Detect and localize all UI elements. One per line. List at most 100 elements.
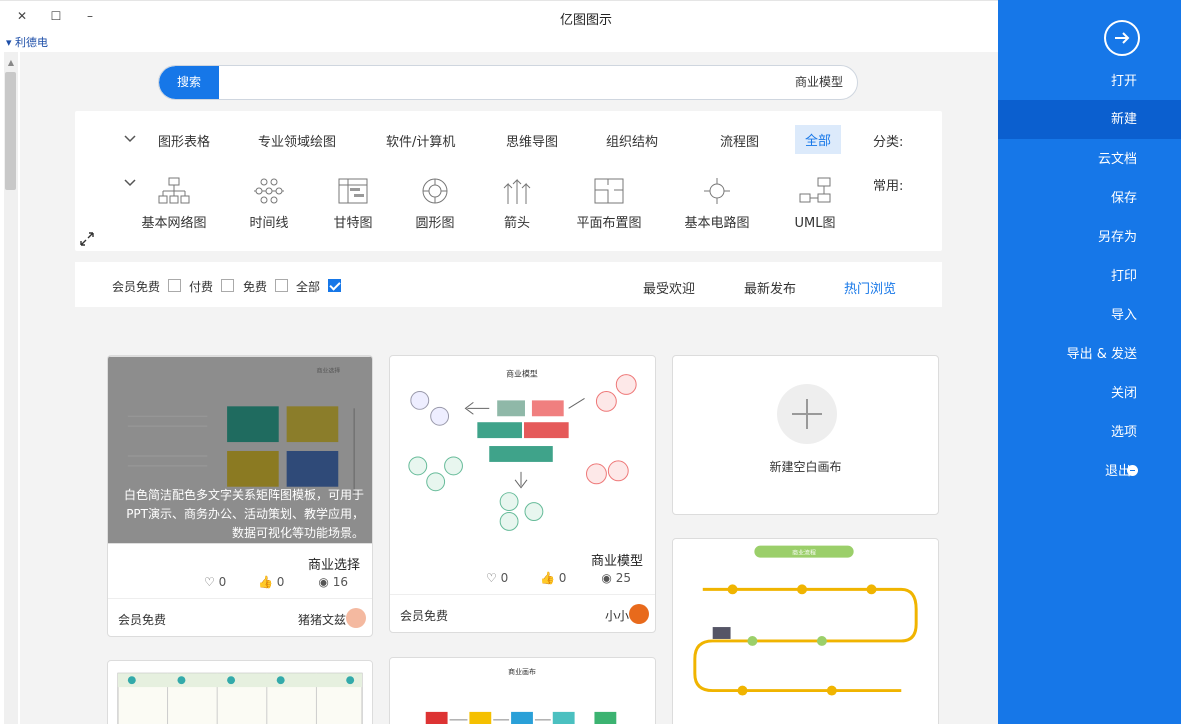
search-button[interactable]: 搜索 — [159, 66, 219, 99]
template-thumbnail: 商业画布 — [390, 658, 655, 724]
thumb-title: 商业选择 — [316, 367, 340, 375]
avatar[interactable] — [346, 608, 366, 628]
common-timeline[interactable]: 时间线 — [244, 176, 294, 231]
category-software[interactable]: 软件/计算机 — [386, 131, 455, 150]
category-mind-map[interactable]: 思维导图 — [506, 131, 558, 150]
category-org-chart[interactable]: 组织结构 — [606, 131, 658, 150]
app-title: 亿图图示 — [560, 13, 613, 28]
template-description: 白色简洁配色多文字关系矩阵图模板，可用于PPT演示、商务办公、活动策划、教学应用… — [123, 488, 364, 540]
template-card-business-process[interactable]: 商业流程 — [672, 538, 939, 724]
category-professional[interactable]: 专业领域绘图 — [258, 131, 336, 150]
tab-hot[interactable]: 热门浏览 — [844, 278, 896, 297]
thumb-title: 商业画布 — [508, 667, 536, 676]
sidebar-item-export-send[interactable]: 导出 & 发送 — [998, 335, 1181, 374]
template-card-business-model[interactable]: 商业模型 商业模型 ◉ 25 👍 0 ♡ 0 会员免费 小小 — [389, 355, 656, 633]
filter-all-checkbox[interactable] — [328, 279, 341, 292]
thumb-title: 商业流程 — [792, 549, 816, 557]
category-all[interactable]: 全部 — [795, 125, 842, 154]
category-label: 分类: — [873, 135, 904, 150]
filter-all-label: 全部 — [296, 280, 321, 294]
category-flowchart[interactable]: 流程图 — [720, 131, 759, 150]
favorite-count[interactable]: ♡ 0 — [486, 571, 508, 585]
card-title: 商业模型 — [590, 554, 643, 569]
template-thumbnail: 商业流程 — [673, 539, 938, 724]
sidebar-item-open[interactable]: 打开 — [998, 62, 1181, 101]
common-label-arrows: 箭头 — [503, 216, 530, 231]
user-menu[interactable]: ▾ 利德电 — [6, 34, 48, 50]
view-count: ◉ 25 — [601, 571, 631, 585]
common-label-gantt: 甘特图 — [333, 216, 373, 231]
common-label-circle-diagram: 圆形图 — [415, 216, 455, 231]
sidebar-item-import[interactable]: 导入 — [998, 296, 1181, 335]
chevron-down-icon[interactable] — [124, 177, 136, 189]
filter-member-free-label: 会员免费 — [112, 280, 161, 294]
exit-icon — [1127, 465, 1138, 476]
view-count: ◉ 16 — [318, 575, 348, 589]
sidebar-item-save[interactable]: 保存 — [998, 179, 1181, 218]
timeline-icon — [254, 178, 284, 204]
circuit-icon — [704, 178, 730, 204]
filter-paid-checkbox[interactable] — [221, 279, 234, 292]
filter-free-checkbox[interactable] — [275, 279, 288, 292]
common-uml[interactable]: UML图 — [790, 176, 840, 231]
common-label-timeline: 时间线 — [249, 216, 289, 231]
network-icon — [158, 177, 190, 204]
card-footer: 会员免费 小小 — [390, 594, 655, 632]
floorplan-icon — [594, 178, 624, 204]
like-count[interactable]: 👍 0 — [540, 571, 566, 585]
arrows-icon — [503, 178, 531, 204]
filter-member-free-checkbox[interactable] — [168, 279, 181, 292]
filter-paid-label: 付费 — [189, 280, 214, 294]
common-label-circuit: 基本电路图 — [684, 216, 750, 231]
eye-icon: ◉ — [318, 575, 329, 589]
author-name[interactable]: 小小 — [605, 607, 629, 624]
sidebar-item-exit[interactable]: 退出 — [998, 452, 1181, 491]
sidebar-item-options[interactable]: 选项 — [998, 413, 1181, 452]
template-card-partial[interactable] — [107, 660, 373, 724]
open-arrow-icon[interactable] — [1104, 20, 1140, 56]
sidebar-item-close[interactable]: 关闭 — [998, 374, 1181, 413]
chevron-down-icon: ▾ — [6, 36, 12, 49]
common-gantt[interactable]: 甘特图 — [328, 176, 378, 231]
close-window-button[interactable]: ✕ — [12, 6, 32, 26]
sidebar-item-cloud-docs[interactable]: 云文档 — [998, 140, 1181, 179]
common-label-uml: UML图 — [794, 216, 836, 231]
minimize-window-button[interactable]: – — [80, 6, 100, 26]
category-graphic-table[interactable]: 图形表格 — [158, 131, 210, 150]
eye-icon: ◉ — [601, 571, 612, 585]
heart-icon: ♡ — [486, 571, 497, 585]
template-card-business-canvas[interactable]: 商业画布 — [389, 657, 656, 724]
common-network[interactable]: 基本网络图 — [136, 176, 212, 231]
maximize-window-button[interactable]: ☐ — [46, 6, 66, 26]
scroll-up-icon[interactable]: ▲ — [4, 58, 18, 68]
sidebar-item-save-as[interactable]: 另存为 — [998, 218, 1181, 257]
tab-popular[interactable]: 最受欢迎 — [643, 278, 695, 297]
common-label-floorplan: 平面布置图 — [576, 216, 642, 231]
heart-icon: ♡ — [204, 575, 215, 589]
common-floorplan[interactable]: 平面布置图 — [574, 176, 644, 231]
like-count[interactable]: 👍 0 — [258, 575, 284, 589]
uml-icon — [799, 177, 831, 203]
favorite-count[interactable]: ♡ 0 — [204, 575, 226, 589]
template-card-business-selection[interactable]: 商业选择 白色简洁配色多文字关系矩阵图模板，可用于PPT演示、商务办公、活动策划… — [107, 355, 373, 637]
avatar[interactable] — [629, 604, 649, 624]
tab-latest[interactable]: 最新发布 — [744, 278, 796, 297]
chevron-down-icon[interactable] — [124, 133, 136, 145]
new-blank-canvas-card[interactable]: 新建空白画布 — [672, 355, 939, 515]
sidebar-item-new[interactable]: 新建 — [998, 100, 1181, 139]
price-label: 会员免费 — [400, 609, 449, 623]
search-input[interactable]: 商业模型 — [795, 66, 843, 99]
thumbs-up-icon: 👍 — [540, 571, 555, 585]
common-label-network: 基本网络图 — [141, 216, 207, 231]
scrollbar-thumb[interactable] — [5, 72, 16, 190]
thumb-title: 商业模型 — [506, 369, 538, 379]
circle-diagram-icon — [422, 178, 448, 204]
author-name[interactable]: 猪猪文兹 — [298, 611, 346, 628]
common-arrows[interactable]: 箭头 — [497, 176, 537, 231]
card-footer: 会员免费 猪猪文兹 — [108, 598, 372, 636]
common-label: 常用: — [873, 179, 904, 194]
common-circuit[interactable]: 基本电路图 — [682, 176, 752, 231]
common-circle-diagram[interactable]: 圆形图 — [410, 176, 460, 231]
sidebar-item-print[interactable]: 打印 — [998, 257, 1181, 296]
expand-icon[interactable] — [80, 232, 94, 246]
